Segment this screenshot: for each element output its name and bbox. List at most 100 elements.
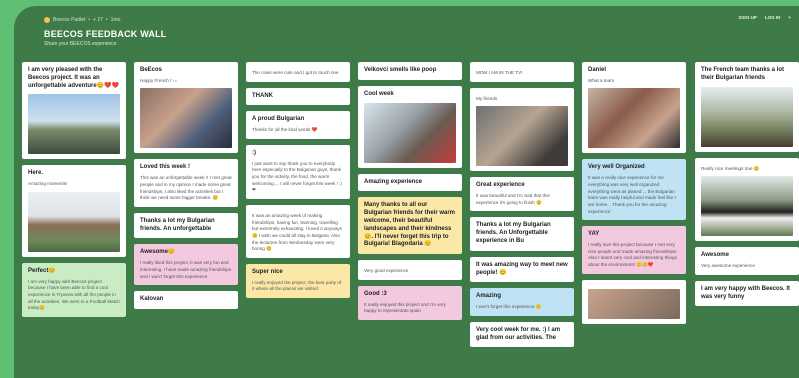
post-card[interactable]: Cool week xyxy=(358,85,462,168)
post-card[interactable]: Daniel What a team xyxy=(582,62,686,154)
post-card[interactable]: MOM I AM IN THE TV! xyxy=(470,62,574,82)
post-card[interactable]: Perfect😊 I am very happy with Beecos proj… xyxy=(22,262,126,317)
post-card[interactable]: Loved this week ! This was an unforgettab… xyxy=(134,159,238,207)
board-column: BeEcos Happy French !:-= Loved this week !… xyxy=(134,62,238,310)
log-in-link[interactable]: LOG IN xyxy=(765,15,781,20)
post-card[interactable]: My friends xyxy=(470,87,574,172)
post-title: Awesome xyxy=(701,252,729,259)
page-subtitle: Share your BEECOS experience xyxy=(44,41,117,47)
post-title: I am very pleased with the Beecos projec… xyxy=(28,67,120,89)
sign-up-link[interactable]: SIGN UP xyxy=(738,15,757,20)
post-title: It was amazing way to meet new people! 😊 xyxy=(476,261,568,276)
post-body: I really love this project because I met… xyxy=(588,241,677,267)
post-title: Kalovan xyxy=(140,296,164,303)
post-body: Very awesome experience xyxy=(701,263,755,269)
post-photo[interactable] xyxy=(140,88,232,149)
breadcrumb-user[interactable]: Beecos Padlet xyxy=(53,17,85,23)
post-card[interactable]: Very well Organized It was a really nice … xyxy=(582,159,686,221)
board-column: The French team thanks a lot their Bulga… xyxy=(695,62,799,307)
post-title: THANK xyxy=(252,92,273,99)
padlet-board: Beecos Padlet • + 27 • 1mo BEECOS FEEDBA… xyxy=(14,6,799,378)
board-column: MOM I AM IN THE TV! My friends Great exper… xyxy=(470,62,574,348)
board-column: Daniel What a team Very well Organized It w… xyxy=(582,62,686,324)
board-header: Beecos Padlet • + 27 • 1mo BEECOS FEEDBA… xyxy=(14,6,799,52)
post-card[interactable]: :) I just want to say thank you to everyb… xyxy=(246,144,350,199)
post-body: Really nice meetings true 😊 xyxy=(701,165,760,171)
post-card[interactable]: Thanks a lot my Bulgarian friends. An un… xyxy=(134,212,238,239)
post-photo[interactable] xyxy=(28,94,120,155)
post-title: Amazing xyxy=(476,293,502,300)
post-card[interactable] xyxy=(582,279,686,324)
post-card[interactable]: Great experience It was beautiful and I'm… xyxy=(470,177,574,212)
post-card[interactable]: Thanks a lot my Bulgarian friends. An Un… xyxy=(470,217,574,251)
post-title: Thanks a lot my Bulgarian friends. An Un… xyxy=(476,222,551,245)
breadcrumb-time: 1mo xyxy=(110,17,121,23)
post-photo[interactable] xyxy=(588,288,680,319)
post-card[interactable]: It was an amazing week of making friends… xyxy=(246,204,350,258)
post-photo[interactable] xyxy=(701,86,793,147)
post-body: It was beautiful and I'm Sad that this e… xyxy=(476,193,550,205)
post-body: It was an amazing week of making friends… xyxy=(252,212,342,252)
post-body: Very good experience xyxy=(364,268,409,274)
post-body: I just want to say thank you to everybod… xyxy=(252,160,342,193)
post-body: Amazing moments! xyxy=(28,181,68,187)
post-body: Thanks for all the kind words ❤️ xyxy=(252,127,318,133)
post-photo[interactable] xyxy=(701,176,793,237)
post-body: I really liked this project, it was very… xyxy=(140,260,232,279)
post-body: The cows were cute and I got to touch on… xyxy=(252,70,339,75)
post-title: Super nice xyxy=(252,268,283,275)
post-title: Great experience xyxy=(476,182,525,189)
post-card[interactable]: Many thanks to all our Bulgarian friends… xyxy=(358,197,462,255)
post-card[interactable]: Awesome😊 I really liked this project, it … xyxy=(134,244,238,286)
post-card[interactable]: Awesome Very awesome experience xyxy=(695,247,799,275)
post-card[interactable]: Velkovci smells like poop xyxy=(358,62,462,80)
post-title: Daniel xyxy=(588,67,607,73)
breadcrumb-count: + 27 xyxy=(93,17,103,23)
post-title: I am very happy with Beecos. It was very… xyxy=(701,285,791,300)
post-card[interactable]: Super nice I really enjoyed the project, … xyxy=(246,263,350,299)
post-card[interactable]: Amazing experience xyxy=(358,173,462,192)
auth-links: SIGN UP LOG IN + xyxy=(738,15,791,20)
breadcrumb: Beecos Padlet • + 27 • 1mo xyxy=(44,17,120,23)
post-card[interactable]: Here. Amazing moments! xyxy=(22,165,126,257)
post-title: Many thanks to all our Bulgarian friends… xyxy=(364,202,456,248)
post-title: Loved this week ! xyxy=(140,164,191,171)
post-title: Amazing experience xyxy=(364,178,423,185)
post-card[interactable]: I am very pleased with the Beecos projec… xyxy=(22,62,126,160)
board-column: I am very pleased with the Beecos projec… xyxy=(22,62,126,317)
post-card[interactable]: Good :3 It really enjoyed this project an… xyxy=(358,285,462,320)
post-title: YAY xyxy=(588,231,600,238)
post-title: The French team thanks a lot their Bulga… xyxy=(701,67,785,81)
post-card[interactable]: Very good experience xyxy=(358,260,462,280)
post-card[interactable]: I am very happy with Beecos. It was very… xyxy=(695,280,799,307)
board-column: Velkovci smells like poop Cool week Amazin… xyxy=(358,62,462,320)
add-icon[interactable]: + xyxy=(788,15,791,20)
post-card[interactable]: The cows were cute and I got to touch on… xyxy=(246,62,350,82)
post-card[interactable]: Kalovan xyxy=(134,291,238,310)
post-body: It really enjoyed this project and I'm v… xyxy=(364,301,446,314)
post-card[interactable]: Amazing I won't forget this experience 😊 xyxy=(470,288,574,316)
post-photo[interactable] xyxy=(476,106,568,167)
post-card[interactable]: The French team thanks a lot their Bulga… xyxy=(695,62,799,152)
post-body: I won't forget this experience 😊 xyxy=(476,304,542,310)
post-card[interactable]: Very cool week for me. :) I am glad from… xyxy=(470,321,574,348)
post-photo[interactable] xyxy=(28,191,120,252)
post-card[interactable]: YAY I really love this project because I … xyxy=(582,226,686,274)
post-body: Happy French !:-= xyxy=(140,77,177,83)
post-title: Good :3 xyxy=(364,290,387,297)
post-card[interactable]: Really nice meetings true 😊 xyxy=(695,157,799,242)
post-photo[interactable] xyxy=(364,102,456,163)
avatar-icon xyxy=(44,17,50,23)
post-title: Velkovci smells like poop xyxy=(364,67,437,73)
post-body: I am very happy with Beecos project beca… xyxy=(28,278,120,311)
post-title: Cool week xyxy=(364,90,394,97)
post-photo[interactable] xyxy=(588,88,680,149)
post-card[interactable]: THANK xyxy=(246,87,350,106)
post-body: I really enjoyed the project, the best p… xyxy=(252,279,342,292)
post-card[interactable]: A proud Bulgarian Thanks for all the kind… xyxy=(246,111,350,139)
board-column: The cows were cute and I got to touch on… xyxy=(246,62,350,299)
post-card[interactable]: It was amazing way to meet new people! 😊 xyxy=(470,256,574,283)
post-body: My friends xyxy=(476,95,498,101)
page-title: BEECOS FEEDBACK WALL xyxy=(44,29,167,39)
post-card[interactable]: BeEcos Happy French !:-= xyxy=(134,62,238,154)
